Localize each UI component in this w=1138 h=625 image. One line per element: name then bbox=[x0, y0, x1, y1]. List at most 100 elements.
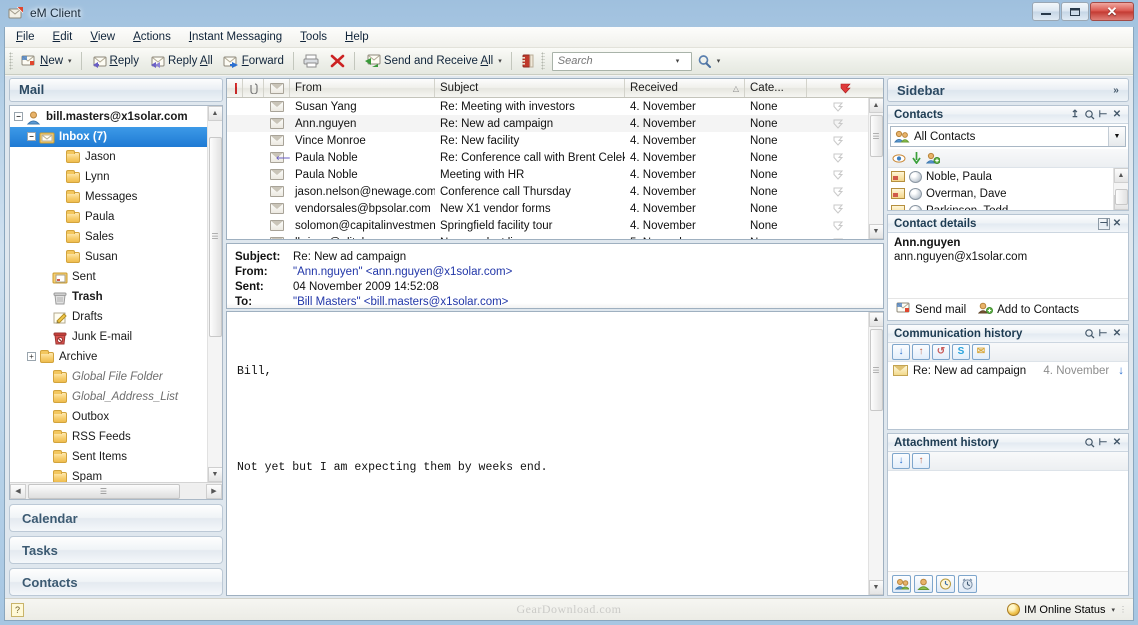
reply-all-button[interactable]: Reply All bbox=[144, 50, 218, 72]
mail-section-header[interactable]: Mail bbox=[9, 78, 223, 102]
message-list-row[interactable]: lbriggs@elitehomes.comNew product line5.… bbox=[227, 234, 868, 239]
folder-tree-item[interactable]: Junk E-mail bbox=[10, 327, 207, 347]
communication-history-item[interactable]: Re: New ad campaign4. November↓ bbox=[888, 362, 1128, 379]
message-body-scroll-track[interactable]: ☰ bbox=[869, 327, 884, 580]
folder-tree-item[interactable]: Paula bbox=[10, 207, 207, 227]
column-attachment[interactable] bbox=[243, 79, 264, 97]
row-read-state[interactable] bbox=[264, 203, 290, 214]
history-icon[interactable]: ↺ bbox=[932, 344, 950, 360]
contacts-scroll-track[interactable] bbox=[1114, 183, 1129, 195]
close-icon[interactable]: ✕ bbox=[1110, 217, 1124, 231]
close-icon[interactable]: ✕ bbox=[1110, 327, 1124, 341]
row-read-state[interactable] bbox=[264, 237, 290, 239]
send-mail-button[interactable]: Send mail bbox=[896, 302, 966, 317]
message-body-scroll-down[interactable]: ▼ bbox=[869, 580, 884, 595]
row-read-state[interactable] bbox=[264, 186, 290, 197]
row-flag[interactable] bbox=[807, 221, 868, 231]
resize-grip[interactable]: ⋮ bbox=[1119, 605, 1127, 614]
folder-tree-scroll-left[interactable]: ◀ bbox=[10, 484, 26, 499]
sidebar-item-contacts[interactable]: Contacts bbox=[9, 568, 223, 596]
folder-tree-hscrollbar[interactable]: ◀ ☰ ▶ bbox=[10, 482, 222, 499]
message-list-row[interactable]: solomon@capitalinvestment.Springfield fa… bbox=[227, 217, 868, 234]
search-icon[interactable] bbox=[1082, 436, 1096, 450]
pin-icon[interactable]: ⊢ bbox=[1096, 108, 1110, 122]
pin-icon[interactable]: ⊢ bbox=[1096, 436, 1110, 450]
upload-arrow-icon[interactable]: ↑ bbox=[912, 344, 930, 360]
menu-tools[interactable]: Tools bbox=[291, 28, 336, 46]
contacts-icon[interactable] bbox=[892, 575, 911, 593]
close-button[interactable]: ✕ bbox=[1090, 2, 1134, 21]
column-priority[interactable] bbox=[227, 79, 243, 97]
row-read-state[interactable] bbox=[264, 169, 290, 180]
row-read-state[interactable] bbox=[264, 220, 290, 231]
contact-list-item[interactable]: Parkinson, Todd bbox=[888, 202, 1113, 210]
message-list-scroll-down[interactable]: ▼ bbox=[869, 224, 884, 239]
search-icon[interactable] bbox=[1082, 327, 1096, 341]
message-list-vscrollbar[interactable]: ▲ ☰ ▼ bbox=[868, 98, 883, 239]
folder-tree-item[interactable]: Lynn bbox=[10, 167, 207, 187]
folder-tree-scroll-up[interactable]: ▲ bbox=[208, 106, 223, 121]
download-arrow-icon[interactable] bbox=[909, 151, 923, 165]
folder-tree-hscroll-track[interactable]: ☰ bbox=[26, 484, 206, 499]
reply-button[interactable]: Reply bbox=[86, 50, 144, 72]
folder-tree-item[interactable]: Messages bbox=[10, 187, 207, 207]
folder-tree-item[interactable]: Sales bbox=[10, 227, 207, 247]
message-list-row[interactable]: Ann.nguyenRe: New ad campaign4. November… bbox=[227, 115, 868, 132]
message-list-scroll-thumb[interactable]: ☰ bbox=[870, 115, 883, 157]
row-flag[interactable] bbox=[807, 136, 868, 146]
im-status-caret[interactable]: ▾ bbox=[1111, 606, 1115, 614]
search-box[interactable]: ▾ bbox=[552, 52, 692, 71]
new-dropdown-caret[interactable]: ▾ bbox=[68, 57, 72, 65]
menu-instant-messaging[interactable]: Instant Messaging bbox=[180, 28, 291, 46]
message-list-scroll-track[interactable]: ☰ bbox=[869, 113, 884, 224]
message-body-scroll-thumb[interactable]: ☰ bbox=[870, 329, 883, 411]
search-dropdown-caret[interactable]: ▾ bbox=[676, 57, 680, 65]
contacts-vscrollbar[interactable]: ▲ ▼ bbox=[1113, 168, 1128, 210]
expander-expand-icon[interactable]: + bbox=[27, 352, 36, 361]
contacts-filter-combo[interactable]: All Contacts ▼ bbox=[890, 126, 1126, 147]
column-category[interactable]: Cate... bbox=[745, 79, 807, 97]
folder-tree-item[interactable]: Global File Folder bbox=[10, 367, 207, 387]
message-body-scroll-up[interactable]: ▲ bbox=[869, 312, 884, 327]
column-subject[interactable]: Subject bbox=[435, 79, 625, 97]
folder-tree-item[interactable]: Drafts bbox=[10, 307, 207, 327]
folder-tree-scroll-thumb[interactable]: ☰ bbox=[209, 137, 222, 337]
folder-tree-scroll-right[interactable]: ▶ bbox=[206, 484, 222, 499]
folder-tree-item[interactable]: Susan bbox=[10, 247, 207, 267]
row-flag[interactable] bbox=[807, 102, 868, 112]
contacts-scroll-thumb[interactable] bbox=[1115, 189, 1128, 205]
contacts-filter-dropdown[interactable]: ▼ bbox=[1108, 127, 1125, 146]
search-icon[interactable] bbox=[1082, 108, 1096, 122]
eye-icon[interactable] bbox=[892, 151, 906, 165]
menu-help[interactable]: Help bbox=[336, 28, 378, 46]
folder-tree-item[interactable]: +Archive bbox=[10, 347, 207, 367]
folder-tree-item[interactable]: RSS Feeds bbox=[10, 427, 207, 447]
search-go-button[interactable]: ▾ bbox=[692, 50, 726, 72]
contacts-scroll-up[interactable]: ▲ bbox=[1114, 168, 1129, 183]
folder-tree-item[interactable]: Global_Address_List bbox=[10, 387, 207, 407]
header-to-value[interactable]: "Bill Masters" <bill.masters@x1solar.com… bbox=[293, 296, 508, 308]
chevron-double-right-icon[interactable]: » bbox=[1109, 83, 1123, 97]
sidebar-item-tasks[interactable]: Tasks bbox=[9, 536, 223, 564]
row-flag[interactable] bbox=[807, 153, 868, 163]
column-from[interactable]: From bbox=[290, 79, 435, 97]
row-flag[interactable] bbox=[807, 204, 868, 214]
row-read-state[interactable] bbox=[264, 118, 290, 129]
folder-tree-item[interactable]: Spam bbox=[10, 467, 207, 482]
header-from-value[interactable]: "Ann.nguyen" <ann.nguyen@x1solar.com> bbox=[293, 266, 512, 278]
row-read-state[interactable] bbox=[264, 101, 290, 112]
maximize-button[interactable] bbox=[1061, 2, 1089, 21]
skype-icon[interactable]: S bbox=[952, 344, 970, 360]
message-list-row[interactable]: vendorsales@bpsolar.comNew X1 vendor for… bbox=[227, 200, 868, 217]
mail-icon[interactable]: ✉ bbox=[972, 344, 990, 360]
add-contact-icon[interactable] bbox=[926, 151, 940, 165]
folder-tree-item[interactable]: −Inbox (7) bbox=[10, 127, 207, 147]
pin-icon[interactable]: ⊣ bbox=[1098, 218, 1110, 230]
folder-tree-item[interactable]: −bill.masters@x1solar.com bbox=[10, 107, 207, 127]
message-list-row[interactable]: ⟵Paula NobleRe: Conference call with Bre… bbox=[227, 149, 868, 166]
pin-icon[interactable]: ⊢ bbox=[1096, 327, 1110, 341]
row-flag[interactable] bbox=[807, 119, 868, 129]
sidebar-item-calendar[interactable]: Calendar bbox=[9, 504, 223, 532]
contact-list-item[interactable]: Noble, Paula bbox=[888, 168, 1113, 185]
message-list-row[interactable]: Paula NobleMeeting with HR4. NovemberNon… bbox=[227, 166, 868, 183]
